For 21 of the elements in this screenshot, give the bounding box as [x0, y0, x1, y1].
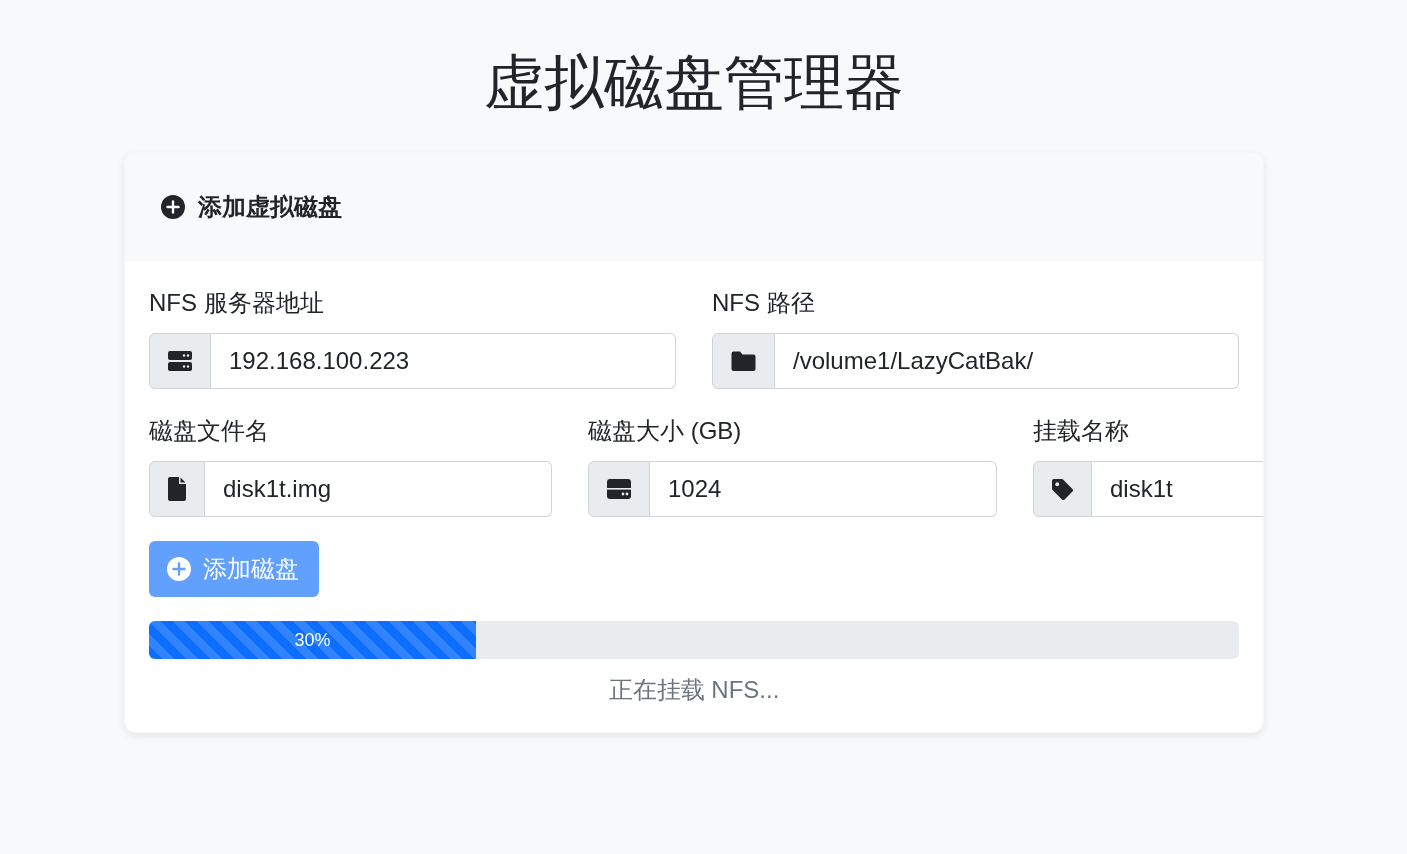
input-field[interactable]: disk1t.img	[205, 461, 552, 517]
progress-label: 30%	[294, 629, 331, 651]
field-label: 磁盘文件名	[149, 416, 270, 446]
folder-icon	[731, 351, 756, 371]
plus-circle-icon	[161, 195, 185, 219]
plus-circle-icon	[167, 557, 191, 581]
file-icon	[168, 477, 186, 501]
hard-drive-icon	[607, 479, 631, 499]
field-label: NFS 路径	[712, 288, 816, 318]
input-field[interactable]: /volume1/LazyCatBak/	[775, 333, 1239, 389]
input-field[interactable]: disk1t	[1092, 461, 1263, 517]
card-title: 添加虚拟磁盘	[198, 192, 342, 222]
field-label: NFS 服务器地址	[149, 288, 325, 318]
field-label: 挂载名称	[1033, 416, 1130, 446]
server-icon	[168, 351, 192, 371]
page-title: 虚拟磁盘管理器	[483, 48, 905, 118]
input-field[interactable]: 192.168.100.223	[211, 333, 676, 389]
tag-icon	[1052, 478, 1073, 500]
field-label: 磁盘大小 (GB)	[588, 416, 743, 446]
input-field[interactable]: 1024	[650, 461, 997, 517]
status-text: 正在挂载 NFS...	[607, 675, 781, 705]
